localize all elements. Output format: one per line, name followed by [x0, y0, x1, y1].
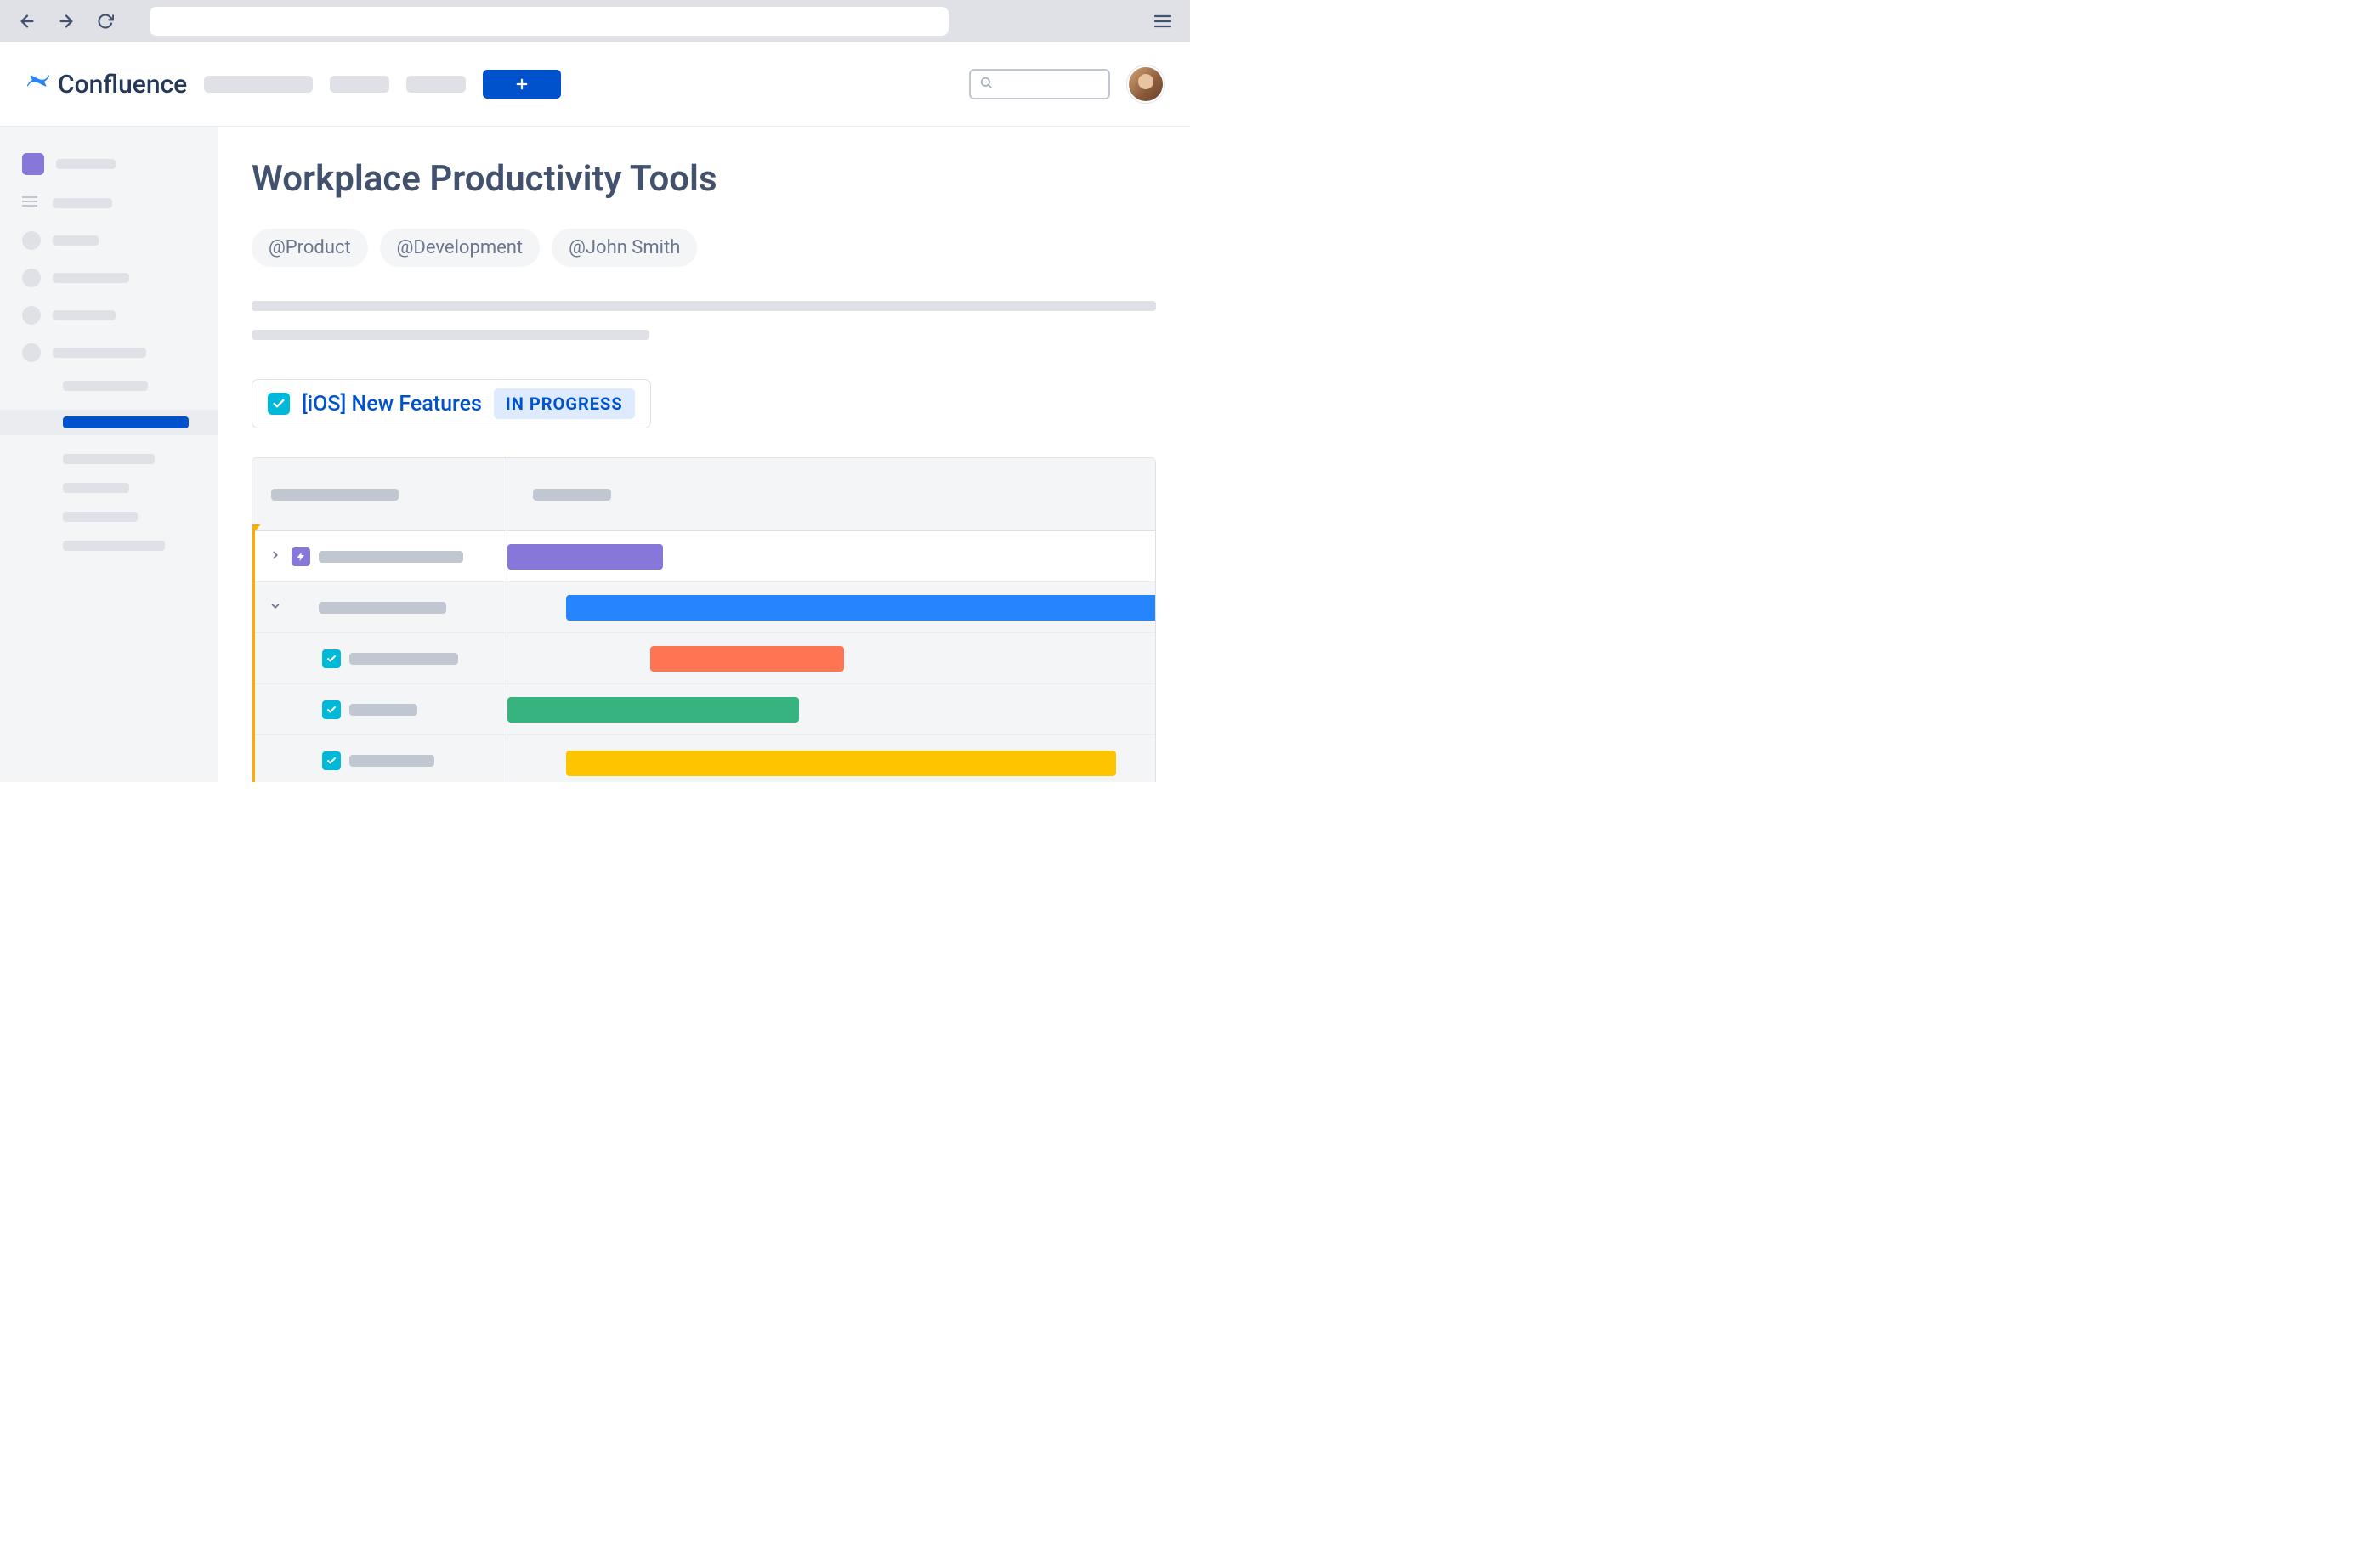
sidebar-item-active[interactable] [0, 410, 218, 435]
today-line [252, 531, 255, 782]
mention-chip[interactable]: @Product [252, 229, 368, 267]
sidebar-item[interactable] [22, 269, 196, 287]
user-avatar[interactable] [1127, 65, 1164, 103]
nav-item-placeholder[interactable] [204, 76, 313, 93]
sidebar-item[interactable] [22, 541, 196, 551]
sidebar-item-label [53, 310, 116, 320]
page-title: Workplace Productivity Tools [252, 158, 1156, 200]
mention-chip[interactable]: @Development [380, 229, 540, 267]
gantt-row[interactable] [252, 531, 1155, 582]
space-icon [22, 153, 44, 175]
browser-chrome [0, 0, 1190, 42]
nav-item-placeholder[interactable] [330, 76, 389, 93]
gantt-row[interactable] [252, 684, 1155, 735]
gantt-bar[interactable] [507, 544, 663, 570]
browser-url-bar[interactable] [150, 7, 949, 36]
chevron-down-icon[interactable] [268, 599, 283, 615]
mention-chips: @Product @Development @John Smith [252, 229, 1156, 267]
gantt-row[interactable] [252, 582, 1155, 633]
nav-item-placeholder[interactable] [406, 76, 466, 93]
gantt-bar[interactable] [566, 595, 1155, 620]
browser-forward-button[interactable] [54, 9, 78, 33]
sidebar-item-label [63, 381, 148, 391]
sidebar-item[interactable] [22, 454, 196, 464]
gantt-row[interactable] [252, 735, 1155, 782]
sidebar-item[interactable] [22, 343, 196, 362]
gantt-chart [252, 457, 1156, 782]
column-header-placeholder [533, 489, 611, 501]
gantt-bar[interactable] [566, 751, 1117, 776]
sidebar-item-label [56, 159, 116, 169]
sidebar-item-label [63, 541, 165, 551]
issue-title: [iOS] New Features [302, 392, 482, 416]
create-button[interactable] [483, 70, 561, 99]
sidebar-item[interactable] [22, 483, 196, 493]
today-marker-icon [252, 524, 261, 533]
sidebar-item[interactable] [22, 231, 196, 250]
gantt-bar[interactable] [650, 646, 845, 672]
sidebar-item-label [63, 454, 155, 464]
sidebar [0, 128, 218, 782]
row-label-placeholder [349, 704, 417, 716]
row-label-placeholder [349, 653, 458, 665]
main-content: Workplace Productivity Tools @Product @D… [218, 128, 1190, 782]
gantt-bar[interactable] [507, 697, 799, 722]
gantt-header [252, 458, 1155, 531]
row-label-placeholder [319, 551, 463, 563]
list-icon [22, 194, 41, 212]
sidebar-item-label [63, 416, 189, 428]
sidebar-item-label [53, 235, 99, 246]
search-input[interactable] [969, 69, 1110, 99]
text-line-placeholder [252, 301, 1156, 311]
sidebar-item-label [63, 512, 138, 522]
search-icon [979, 76, 993, 93]
text-line-placeholder [252, 330, 649, 340]
row-label-placeholder [319, 602, 446, 614]
sidebar-item-label [63, 483, 129, 493]
task-check-icon [322, 649, 341, 668]
sidebar-item-label [53, 198, 112, 208]
bullet-icon [22, 343, 41, 362]
sidebar-item[interactable] [22, 381, 196, 391]
sidebar-item[interactable] [22, 512, 196, 522]
browser-back-button[interactable] [15, 9, 39, 33]
browser-refresh-button[interactable] [94, 9, 117, 33]
row-label-placeholder [349, 755, 434, 767]
status-badge: IN PROGRESS [494, 388, 635, 419]
confluence-logo-text: Confluence [58, 70, 187, 99]
issue-link-card[interactable]: [iOS] New Features IN PROGRESS [252, 379, 651, 428]
gantt-header-right [507, 458, 1155, 530]
gantt-row[interactable] [252, 633, 1155, 684]
sidebar-item[interactable] [22, 194, 196, 212]
gantt-header-left [252, 458, 507, 530]
bullet-icon [22, 231, 41, 250]
bullet-icon [22, 306, 41, 325]
task-check-icon [322, 700, 341, 719]
epic-bolt-icon [292, 547, 310, 566]
browser-menu-button[interactable] [1151, 9, 1175, 33]
mention-chip[interactable]: @John Smith [552, 229, 697, 267]
app-top-nav: Confluence [0, 42, 1190, 128]
bullet-icon [22, 269, 41, 287]
chevron-right-icon[interactable] [268, 548, 283, 564]
sidebar-item-label [53, 273, 129, 283]
column-header-placeholder [271, 489, 399, 501]
task-check-icon [268, 393, 290, 415]
confluence-logo-icon [26, 68, 51, 100]
sidebar-item[interactable] [22, 306, 196, 325]
sidebar-space-header[interactable] [22, 153, 196, 175]
sidebar-item-label [53, 348, 146, 358]
task-check-icon [322, 751, 341, 770]
confluence-logo[interactable]: Confluence [26, 68, 187, 100]
